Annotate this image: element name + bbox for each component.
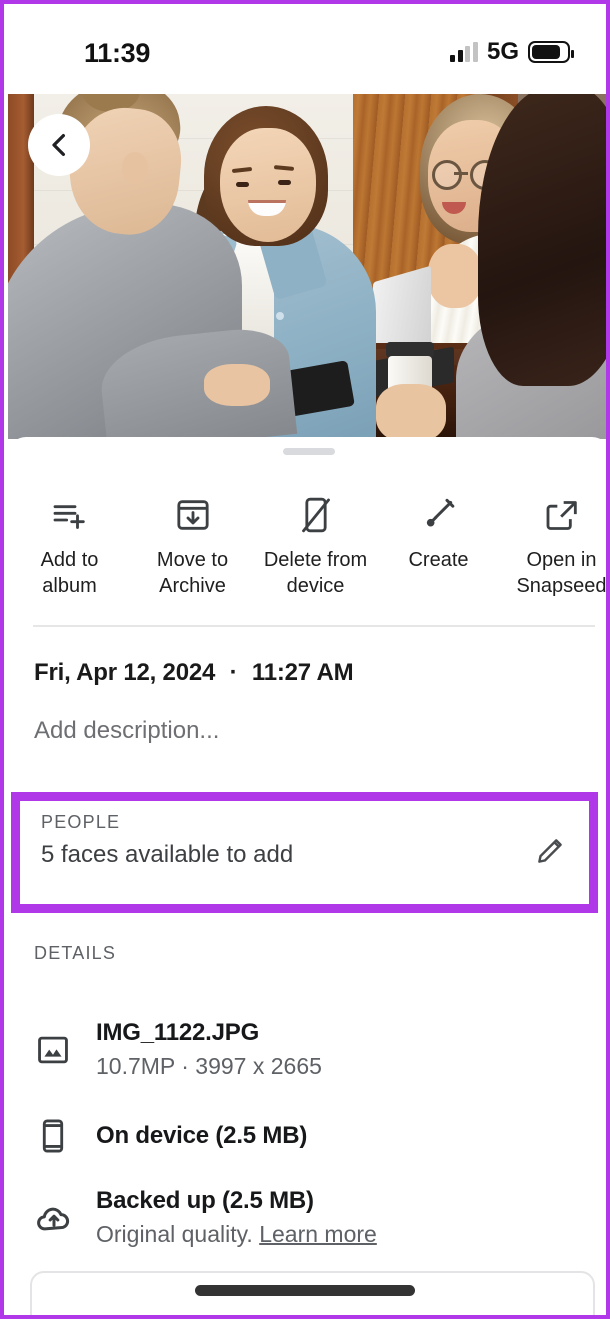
photo-person-4-hair (478, 94, 606, 386)
photo-preview[interactable] (8, 94, 606, 439)
pencil-icon (538, 839, 562, 863)
home-indicator[interactable] (195, 1285, 415, 1296)
detail-row-file[interactable]: IMG_1122.JPG 10.7MP · 3997 x 2665 (34, 1019, 594, 1080)
back-button[interactable] (28, 114, 90, 176)
status-clock: 11:39 (84, 38, 151, 68)
on-device-label: On device (2.5 MB) (96, 1122, 308, 1149)
image-icon (34, 1031, 96, 1069)
brush-icon (419, 493, 459, 537)
backup-quality-text: Original quality. Learn more (96, 1221, 377, 1248)
detail-row-on-device[interactable]: On device (2.5 MB) (34, 1117, 594, 1155)
network-type-label: 5G (486, 38, 519, 65)
backup-info-text: The photos and videos you back up are ke… (114, 1315, 586, 1319)
action-open-in-snapseed[interactable]: Open in Snapseed (500, 475, 607, 617)
status-bar: 11:39 5G (8, 8, 606, 94)
people-label: PEOPLE (41, 812, 121, 832)
photo-info-sheet: Add to album Move to Archive Delete from… (8, 437, 607, 1319)
cloud-upload-icon (34, 1198, 96, 1238)
capture-separator: · (229, 659, 238, 686)
action-create[interactable]: Create (377, 475, 500, 617)
battery-icon (528, 41, 574, 63)
photo-glasses-left (432, 160, 462, 190)
action-label: Add to album (40, 549, 99, 597)
phone-icon (34, 1117, 96, 1155)
action-label: Move to Archive (156, 549, 229, 597)
details-label: DETAILS (34, 943, 117, 963)
action-label: Delete from device (263, 549, 368, 597)
action-add-to-album[interactable]: Add to album (8, 475, 131, 617)
action-row: Add to album Move to Archive Delete from… (8, 475, 607, 617)
action-label: Open in Snapseed (516, 549, 607, 597)
open-external-icon (542, 493, 582, 537)
action-move-to-archive[interactable]: Move to Archive (131, 475, 254, 617)
capture-time: 11:27 AM (251, 659, 354, 686)
file-meta: 10.7MP · 3997 x 2665 (96, 1053, 322, 1079)
learn-more-link[interactable]: Learn more (259, 1221, 377, 1247)
photo-person-2-head (220, 128, 316, 242)
screenshot-frame: 11:39 5G Add to album Move to Archive De… (0, 0, 610, 1319)
people-section-highlight: PEOPLE 5 faces available to add (11, 792, 598, 913)
sheet-divider (33, 625, 595, 627)
people-edit-button[interactable] (528, 829, 572, 873)
archive-download-icon (173, 493, 213, 537)
sheet-drag-handle[interactable] (283, 448, 335, 455)
status-indicators: 5G (450, 38, 574, 66)
playlist-add-icon (50, 493, 90, 537)
capture-datetime[interactable]: Fri, Apr 12, 2024 · 11:27 AM (34, 659, 354, 687)
description-input[interactable]: Add description... (34, 717, 219, 745)
shield-lock-icon (60, 1313, 96, 1315)
capture-date: Fri, Apr 12, 2024 (34, 659, 216, 686)
backed-up-label: Backed up (2.5 MB) (96, 1187, 314, 1214)
detail-row-backed-up[interactable]: Backed up (2.5 MB) Original quality. Lea… (34, 1187, 594, 1248)
signal-bars-icon (450, 41, 478, 62)
phone-slash-icon (296, 493, 336, 537)
action-label: Create (408, 549, 469, 571)
chevron-left-icon (52, 134, 65, 156)
file-name: IMG_1122.JPG (96, 1019, 260, 1046)
quality-prefix: Original quality. (96, 1221, 260, 1247)
people-value: 5 faces available to add (41, 841, 294, 868)
action-delete-from-device[interactable]: Delete from device (254, 475, 377, 617)
people-section[interactable]: PEOPLE 5 faces available to add (20, 801, 589, 904)
